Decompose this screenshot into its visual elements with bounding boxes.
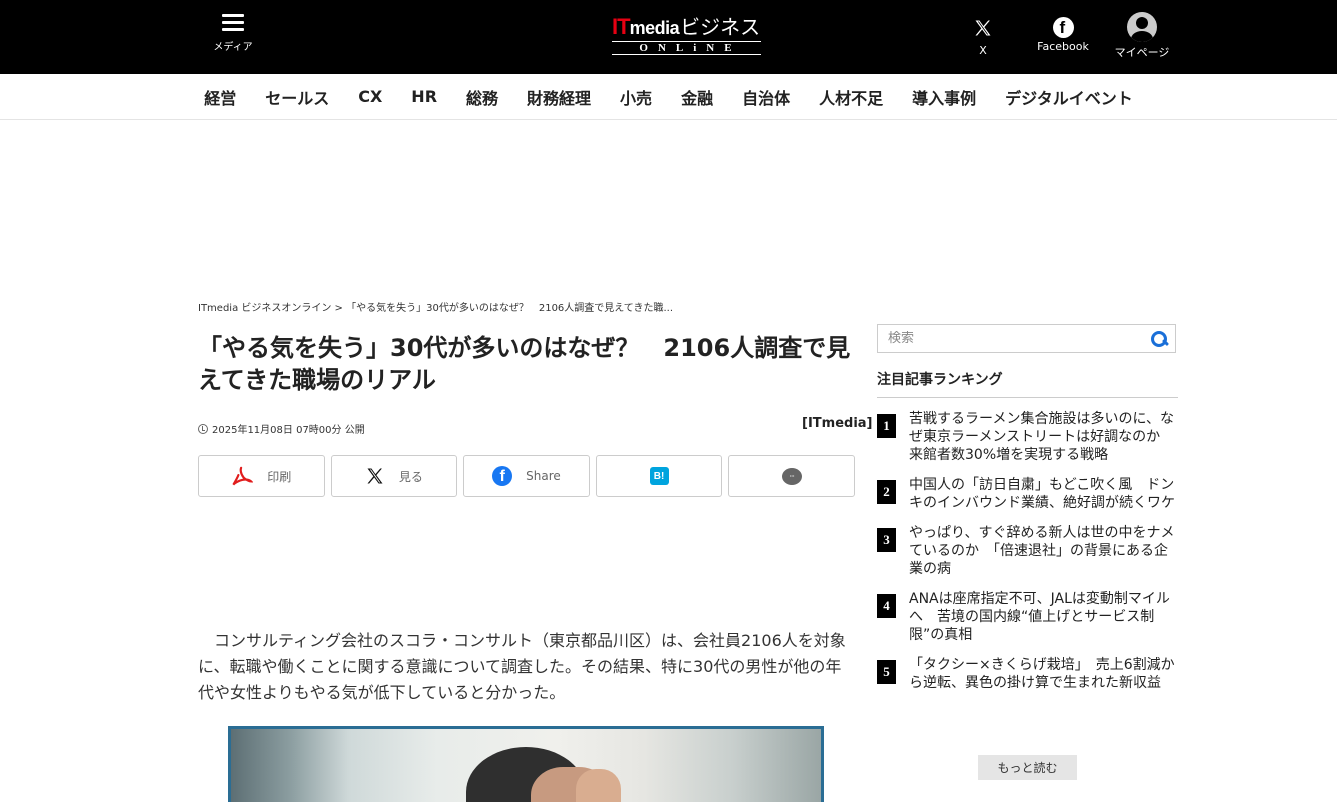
search-icon[interactable]	[1150, 330, 1168, 348]
x-label: X	[979, 44, 987, 57]
comment-button[interactable]: ···	[728, 455, 855, 497]
ranking-link[interactable]: 中国人の「訪日自粛」もどこ吹く風 ドンキのインバウンド業績、絶好調が続くワケ	[909, 476, 1177, 512]
nav-item[interactable]: 人材不足	[805, 85, 898, 109]
nav-item[interactable]: 導入事例	[898, 85, 991, 109]
ranking-link[interactable]: 苦戦するラーメン集合施設は多いのに、なぜ東京ラーメンストリートは好調なのか 来館…	[909, 410, 1177, 464]
x-icon	[975, 20, 991, 36]
ranking-link[interactable]: やっぱり、すぐ辞める新人は世の中をナメているのか 「倍速退社」の背景にある企業の…	[909, 524, 1177, 578]
print-button[interactable]: 印刷	[198, 455, 325, 497]
ranking-link[interactable]: 「タクシー×きくらげ栽培」 売上6割減から逆転、異色の掛け算で生まれた新収益	[909, 656, 1177, 692]
facebook-label: Facebook	[1037, 40, 1089, 53]
article-title: 「やる気を失う」30代が多いのはなぜ？ 2106人調査で見えてきた職場のリアル	[198, 334, 851, 394]
media-menu-button[interactable]: メディア	[208, 14, 258, 54]
publish-date: 2025年11月08日 07時00分 公開	[198, 421, 365, 436]
share-bar: 印刷 見る f Share B! ···	[198, 455, 855, 497]
rank-number: 1	[877, 414, 896, 438]
ranking-item[interactable]: 3 やっぱり、すぐ辞める新人は世の中をナメているのか 「倍速退社」の背景にある企…	[877, 524, 1178, 578]
read-more-button[interactable]: もっと読む	[978, 755, 1077, 780]
nav-item[interactable]: 小売	[606, 85, 667, 109]
breadcrumb[interactable]: ITmedia ビジネスオンライン > 「やる気を失う」30代が多いのはなぜ？ …	[198, 299, 673, 314]
ranking-link[interactable]: ANAは座席指定不可、JALは変動制マイルへ 苦境の国内線“値上げとサービス制限…	[909, 590, 1177, 644]
x-link[interactable]: X	[968, 12, 998, 57]
pdf-icon	[232, 466, 254, 486]
ranking-item[interactable]: 1 苦戦するラーメン集合施設は多いのに、なぜ東京ラーメンストリートは好調なのか …	[877, 410, 1178, 464]
rank-number: 2	[877, 480, 896, 504]
publish-date-text: 2025年11月08日 07時00分 公開	[212, 425, 365, 436]
hatena-bookmark-icon: B!	[649, 467, 669, 485]
rank-number: 5	[877, 660, 896, 684]
nav-item[interactable]: 自治体	[728, 85, 805, 109]
nav-item[interactable]: HR	[397, 87, 452, 106]
user-avatar-icon	[1127, 12, 1157, 42]
clock-icon	[198, 423, 208, 434]
site-logo[interactable]: IT media ビジネス ONLiNE	[612, 11, 764, 57]
nav-item[interactable]: 財務経理	[513, 85, 606, 109]
x-share-label: 見る	[398, 469, 423, 484]
rank-number: 4	[877, 594, 896, 618]
hamburger-icon	[222, 14, 244, 32]
rank-number: 3	[877, 528, 896, 552]
mypage-label: マイページ	[1114, 46, 1170, 59]
site-header: メディア IT media ビジネス ONLiNE X f Facebook マ…	[0, 0, 1337, 74]
mypage-link[interactable]: マイページ	[1112, 12, 1172, 60]
hatena-bookmark-button[interactable]: B!	[595, 455, 723, 497]
ranking-item[interactable]: 2 中国人の「訪日自粛」もどこ吹く風 ドンキのインバウンド業績、絶好調が続くワケ	[877, 476, 1178, 512]
nav-item[interactable]: セールス	[251, 85, 344, 109]
logo-business: ビジネス	[680, 17, 761, 39]
article-source[interactable]: [ITmedia]	[802, 416, 872, 431]
facebook-share-label: Share	[526, 469, 561, 483]
media-menu-label: メディア	[213, 42, 253, 53]
ranking-heading: 注目記事ランキング	[877, 369, 1178, 398]
comment-icon: ···	[781, 467, 802, 485]
facebook-icon: f	[1052, 17, 1074, 38]
ranking-item[interactable]: 5 「タクシー×きくらげ栽培」 売上6割減から逆転、異色の掛け算で生まれた新収益	[877, 656, 1178, 692]
article-lead: コンサルティング会社のスコラ・コンサルト（東京都品川区）は、会社員2106人を対…	[198, 631, 846, 702]
nav-item[interactable]: デジタルイベント	[991, 85, 1148, 109]
search-input[interactable]	[888, 331, 1138, 346]
facebook-icon: f	[492, 466, 513, 486]
logo-it: IT	[612, 14, 631, 39]
search-box	[877, 324, 1176, 353]
logo-media: media	[629, 18, 680, 38]
x-icon	[367, 468, 383, 484]
nav-item[interactable]: CX	[344, 87, 397, 106]
category-nav: 経営 セールス CX HR 総務 財務経理 小売 金融 自治体 人材不足 導入事…	[0, 74, 1337, 120]
ranking-item[interactable]: 4 ANAは座席指定不可、JALは変動制マイルへ 苦境の国内線“値上げとサービス…	[877, 590, 1178, 644]
facebook-share-button[interactable]: f Share	[463, 455, 590, 497]
nav-item[interactable]: 総務	[452, 85, 513, 109]
print-label: 印刷	[267, 469, 292, 484]
x-share-button[interactable]: 見る	[330, 455, 458, 497]
nav-item[interactable]: 金融	[667, 85, 728, 109]
logo-online: ONLiNE	[612, 41, 761, 55]
article-photo	[228, 726, 824, 802]
nav-item[interactable]: 経営	[190, 85, 251, 109]
facebook-link[interactable]: f Facebook	[1036, 12, 1090, 53]
